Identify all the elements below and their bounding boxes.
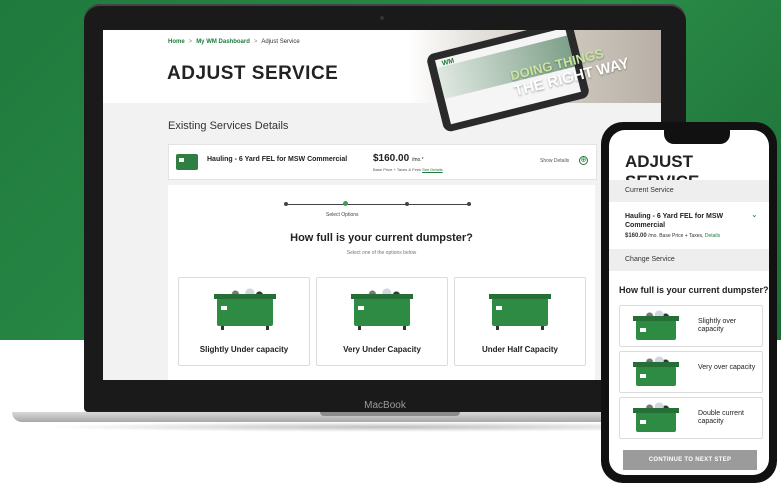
see-details-link[interactable]: See Details — [422, 167, 442, 172]
question-heading: How full is your current dumpster? — [290, 232, 473, 244]
phone-screen: ADJUST SERVICE Current Service Hauling -… — [609, 130, 769, 475]
show-details-button[interactable]: Show Details — [540, 158, 569, 164]
breadcrumb-home[interactable]: Home — [168, 39, 185, 45]
chevron-down-icon[interactable]: ⌄ — [751, 210, 758, 219]
phone-service-price: $160.00 /mo. Base Price + Taxes, Details — [625, 233, 721, 239]
phone-option-very-over[interactable]: Very over capacity — [619, 351, 763, 393]
options-panel: Select Options How full is your current … — [168, 185, 595, 380]
hero-banner: WM DOING THINGS THE RIGHT WAY Home > My WM… — [103, 30, 661, 133]
phone-details-link[interactable]: Details — [705, 233, 720, 239]
service-name: Hauling - 6 Yard FEL for MSW Commercial — [207, 156, 348, 163]
step-dot — [405, 202, 409, 206]
laptop-notch — [320, 412, 460, 416]
laptop-brand: MacBook — [364, 400, 406, 411]
dumpster-image — [489, 294, 551, 330]
dumpster-icon — [176, 154, 198, 170]
dumpster-image — [633, 356, 679, 386]
option-label: Double current capacity — [698, 410, 744, 425]
dumpster-image — [214, 288, 276, 330]
option-label: Very over capacity — [698, 364, 756, 371]
breadcrumb-separator: > — [253, 39, 258, 45]
phone-option-slightly-over[interactable]: Slightly over capacity — [619, 305, 763, 347]
service-price-note: Base Price + Taxes & Fees See Details — [373, 167, 443, 172]
option-label: Slightly Under capacity — [199, 345, 289, 354]
phone-service-name: Hauling - 6 Yard FEL for MSW Commercial — [625, 213, 724, 229]
step-dot — [284, 202, 288, 206]
step-dot-active — [343, 201, 348, 206]
current-service-band: Current Service — [609, 180, 769, 202]
breadcrumb-dashboard[interactable]: My WM Dashboard — [196, 39, 250, 45]
question-subtext: Select one of the options below — [346, 250, 417, 256]
phone-option-double[interactable]: Double current capacity — [619, 397, 763, 439]
breadcrumb: Home > My WM Dashboard > Adjust Service — [168, 39, 300, 45]
phone-notch — [664, 130, 730, 144]
option-card-very-under[interactable]: Very Under Capacity — [316, 277, 448, 366]
dumpster-image — [633, 402, 679, 432]
plus-circle-icon[interactable]: ⊕ — [579, 156, 588, 165]
service-card: Hauling - 6 Yard FEL for MSW Commercial … — [168, 144, 597, 180]
continue-button[interactable]: CONTINUE TO NEXT STEP — [623, 450, 757, 470]
service-price: $160.00 /mo.* — [373, 153, 424, 164]
phone-frame: ADJUST SERVICE Current Service Hauling -… — [601, 122, 777, 483]
section-title: Existing Services Details — [168, 120, 289, 132]
breadcrumb-separator: > — [188, 39, 193, 45]
phone-question: How full is your current dumpster? — [619, 285, 769, 295]
step-dot — [467, 202, 471, 206]
page-title: ADJUST SERVICE — [167, 63, 339, 84]
dumpster-image — [351, 288, 413, 330]
option-card-under-half[interactable]: Under Half Capacity — [454, 277, 586, 366]
laptop-screen: WM DOING THINGS THE RIGHT WAY Home > My WM… — [103, 30, 661, 380]
option-label: Slightly over capacity — [698, 318, 737, 333]
breadcrumb-current: Adjust Service — [261, 39, 300, 45]
step-label: Select Options — [326, 212, 359, 218]
dumpster-image — [633, 310, 679, 340]
change-service-band: Change Service — [609, 249, 769, 271]
stepper — [286, 204, 471, 205]
option-label: Under Half Capacity — [481, 345, 559, 354]
option-label: Very Under Capacity — [343, 345, 421, 354]
laptop-camera — [380, 16, 384, 20]
option-card-slightly-under[interactable]: Slightly Under capacity — [178, 277, 310, 366]
